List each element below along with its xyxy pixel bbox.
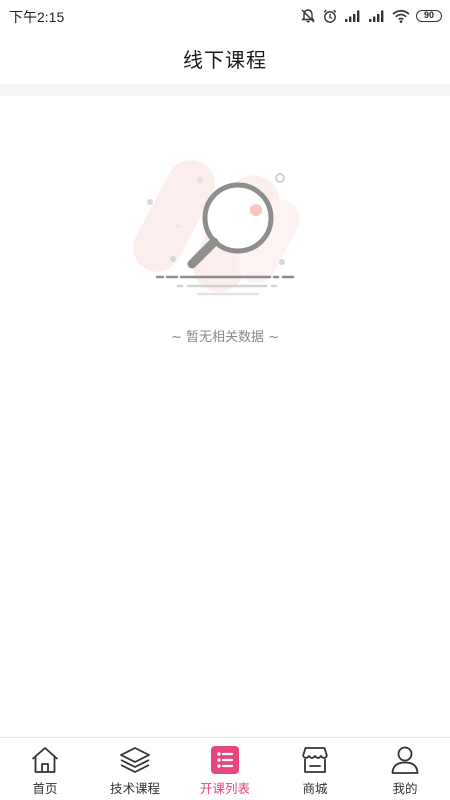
tab-label: 首页 xyxy=(32,781,58,796)
user-icon xyxy=(389,744,421,776)
tab-home[interactable]: 首页 xyxy=(0,738,90,800)
status-icons: 90 xyxy=(300,5,442,27)
status-time: 下午2:15 xyxy=(9,9,65,25)
layers-icon xyxy=(119,744,151,776)
status-bar: 下午2:15 90 xyxy=(0,0,450,32)
page-title: 线下课程 xyxy=(183,48,267,72)
magnifier-icon xyxy=(130,146,320,306)
battery-icon: 90 xyxy=(416,10,442,22)
alarm-icon xyxy=(322,8,338,24)
tab-label: 我的 xyxy=(392,781,418,796)
tab-label: 开课列表 xyxy=(199,781,250,796)
mute-bell-icon xyxy=(300,8,316,24)
tab-mine[interactable]: 我的 xyxy=(360,738,450,800)
tab-store[interactable]: 商城 xyxy=(270,738,360,800)
app-screen: 下午2:15 90 线下课程 ~ 暂无相关数据 ~ 首页 技术课程 开课列表 商… xyxy=(0,0,450,800)
empty-state: ~ 暂无相关数据 ~ xyxy=(0,140,450,360)
wifi-icon xyxy=(392,9,410,23)
tab-label: 技术课程 xyxy=(109,781,160,796)
header-divider xyxy=(0,84,450,96)
signal-icon xyxy=(368,9,386,23)
store-icon xyxy=(299,744,331,776)
list-icon xyxy=(209,744,241,776)
empty-message: ~ 暂无相关数据 ~ xyxy=(170,330,280,345)
signal-icon xyxy=(344,9,362,23)
tab-tech-courses[interactable]: 技术课程 xyxy=(90,738,180,800)
home-icon xyxy=(29,744,61,776)
tab-course-list[interactable]: 开课列表 xyxy=(180,738,270,800)
tab-label: 商城 xyxy=(302,781,328,796)
bottom-tab-bar: 首页 技术课程 开课列表 商城 我的 xyxy=(0,737,450,800)
page-header: 线下课程 xyxy=(0,32,450,84)
